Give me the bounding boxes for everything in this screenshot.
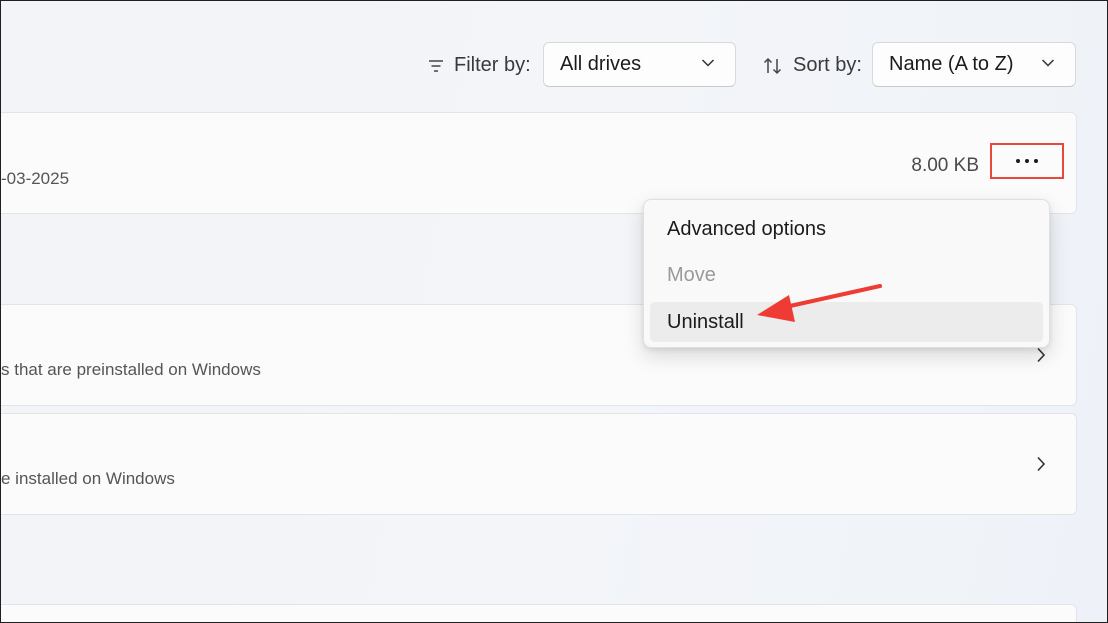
sort-label: Sort by: [763, 42, 862, 89]
chevron-right-icon [1036, 347, 1046, 363]
sort-dropdown[interactable]: Name (A to Z) [872, 42, 1076, 87]
app-size: 8.00 KB [911, 155, 979, 176]
row-2-subtitle: e installed on Windows [1, 469, 175, 488]
filter-value: All drives [560, 53, 642, 75]
row-1-subtitle: s that are preinstalled on Windows [1, 360, 261, 379]
settings-row-3[interactable] [0, 604, 1077, 623]
chevron-down-icon [1041, 58, 1055, 68]
sort-value: Name (A to Z) [889, 53, 1014, 75]
context-menu: Advanced options Move Uninstall [643, 199, 1050, 348]
toolbar: Filter by: All drives Sort by: Name (A t… [0, 42, 1108, 89]
sort-label-text: Sort by: [793, 54, 862, 76]
sort-icon [763, 57, 783, 75]
chevron-down-icon [701, 58, 715, 68]
settings-row-2[interactable]: e installed on Windows [0, 413, 1077, 515]
filter-icon [428, 59, 444, 73]
filter-label-text: Filter by: [454, 54, 531, 76]
more-options-button[interactable] [990, 143, 1064, 179]
chevron-right-icon [1036, 456, 1046, 472]
install-date: -03-2025 [1, 169, 70, 188]
filter-label: Filter by: [428, 42, 531, 89]
more-icon [1016, 159, 1038, 163]
filter-dropdown[interactable]: All drives [543, 42, 736, 87]
menu-item-advanced-options[interactable]: Advanced options [650, 209, 1043, 249]
menu-item-uninstall[interactable]: Uninstall [650, 302, 1043, 342]
menu-item-move: Move [667, 263, 716, 286]
